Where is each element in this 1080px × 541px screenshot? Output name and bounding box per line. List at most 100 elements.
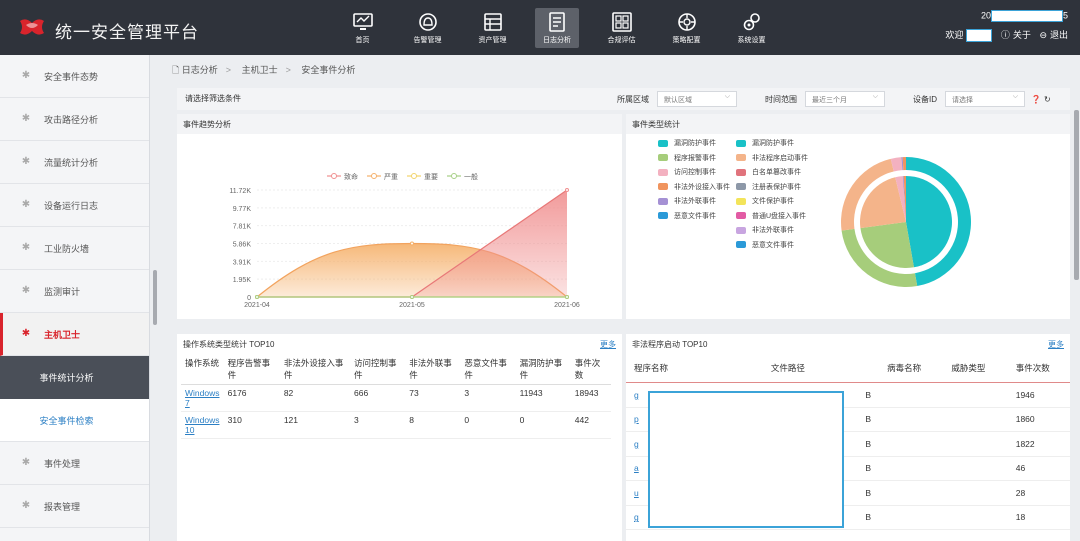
y-tick-label: 11.72K [229, 188, 251, 195]
sidebar-item-firewall[interactable]: ✱ 工业防火墙 [0, 227, 149, 270]
breadcrumb-item[interactable]: 日志分析 [182, 65, 218, 75]
logout-link[interactable]: ⊖ 退出 [1036, 30, 1068, 40]
column-header: 程序告警事件 [223, 354, 280, 385]
nav-home[interactable]: 首页 [330, 8, 395, 48]
sidebar-item-device-log[interactable]: ✱ 设备运行日志 [0, 184, 149, 227]
menu-icon: ✱ [21, 328, 31, 339]
nav-label: 策略配置 [672, 36, 701, 44]
data-point [565, 188, 569, 192]
table-cell: 3 [350, 411, 406, 439]
table-cell: 18 [1007, 505, 1070, 530]
sidebar-scrollbar[interactable] [153, 270, 157, 325]
nav-log-analysis[interactable]: 日志分析 [535, 8, 579, 48]
nav-label: 告警管理 [413, 36, 442, 44]
table-header-row: 程序名称 文件路径 病毒名称 威胁类型 事件次数 [626, 354, 1070, 383]
os-table-panel: 操作系统类型统计 TOP10 更多 操作系统 程序告警事件 非法外设接入事件 访问控制… [177, 334, 622, 541]
sidebar-subitem-label: 事件统计分析 [39, 373, 94, 383]
nav-compliance[interactable]: 合规评估 [589, 8, 654, 48]
asset-icon [483, 12, 502, 31]
device-select[interactable]: 请选择 [945, 91, 1025, 107]
table-cell [879, 431, 944, 457]
sidebar-subitem-event-search[interactable]: 安全事件检索 [0, 399, 149, 442]
sidebar-item-traffic[interactable]: ✱ 流量统计分析 [0, 141, 149, 184]
column-header: 恶意文件事件 [460, 354, 516, 385]
time-select[interactable]: 最近三个月 [805, 91, 885, 107]
doc-icon: 🗋 [172, 65, 180, 75]
column-header: 漏洞防护事件 [515, 354, 571, 385]
table-cell: 28 [1007, 480, 1070, 506]
nav-alarm[interactable]: 告警管理 [395, 8, 460, 48]
pie-slice[interactable] [906, 176, 952, 268]
main-nav: 首页 告警管理 资产管理 日志分析 合规评估 策略配置 系统设置 [330, 8, 784, 50]
table-cell [879, 505, 944, 530]
y-tick-label: 0 [247, 295, 251, 302]
program-more-link[interactable]: 更多 [1048, 339, 1064, 350]
table-cell: 310 [223, 411, 280, 439]
table-cell [943, 431, 1008, 457]
sidebar-item-situation[interactable]: ✱ 安全事件态势 [0, 55, 149, 98]
sidebar-item-host-guard[interactable]: ✱ 主机卫士 [0, 313, 149, 356]
table-cell: 121 [279, 411, 351, 439]
os-name-link[interactable]: Windows 7 [181, 384, 224, 412]
sidebar-subitem-label: 安全事件检索 [39, 415, 94, 426]
menu-icon: ✱ [21, 242, 31, 253]
legend-item[interactable]: 重要 [407, 173, 438, 181]
help-icon[interactable]: ❓ [1031, 95, 1041, 104]
sidebar: ✱ 安全事件态势 ✱ 攻击路径分析 ✱ 流量统计分析 ✱ 设备运行日志 ✱ 工业防火墙 ✱… [0, 55, 150, 541]
os-table: 操作系统 程序告警事件 非法外设接入事件 访问控制事件 非法外联事件 恶意文件事件 漏洞防护… [181, 354, 611, 439]
sidebar-item-label: 事件处理 [44, 458, 81, 469]
device-label: 设备ID [913, 94, 937, 104]
filter-title: 请选择筛选条件 [185, 94, 241, 103]
sidebar-item-attack-path[interactable]: ✱ 攻击路径分析 [0, 98, 149, 141]
legend-marker [411, 173, 417, 179]
table-cell: 666 [350, 384, 406, 412]
welcome-label: 欢迎 [945, 30, 964, 40]
table-cell [943, 382, 1008, 408]
refresh-icon[interactable]: ↻ [1044, 95, 1051, 104]
column-header: 操作系统 [181, 354, 224, 385]
nav-asset[interactable]: 资产管理 [460, 8, 525, 48]
table-cell: 18943 [570, 384, 611, 412]
nav-policy[interactable]: 策略配置 [654, 8, 719, 48]
os-more-link[interactable]: 更多 [600, 339, 616, 350]
menu-icon: ✱ [21, 199, 31, 210]
about-label: 关于 [1012, 30, 1031, 40]
about-link[interactable]: ⓘ 关于 [998, 30, 1031, 40]
column-header: 威胁类型 [943, 354, 1008, 383]
region-select[interactable]: 默认区域 [657, 91, 737, 107]
data-point [410, 241, 414, 246]
table-cell: 73 [405, 384, 461, 412]
column-header: 非法外设接入事件 [279, 354, 351, 385]
trend-chart: 致命 严重 重要 一般 0 1.95K 3.91K 5.86K 7.81K 9.77K 11.72K… [229, 172, 580, 309]
table-cell: 1946 [1007, 382, 1070, 408]
user-date: 20 5 [942, 10, 1068, 24]
data-point [410, 295, 414, 299]
log-icon [549, 11, 565, 32]
column-header: 事件次数 [570, 354, 611, 385]
legend-item[interactable]: 严重 [367, 173, 398, 181]
masked-username [966, 29, 993, 43]
sidebar-item-report[interactable]: ✱ 报表管理 [0, 485, 149, 528]
table-cell: 82 [279, 384, 351, 412]
os-table-title: 操作系统类型统计 TOP10 [183, 340, 275, 349]
legend-item[interactable]: 致命 [327, 172, 358, 181]
sidebar-item-label: 安全事件态势 [44, 71, 99, 82]
table-cell: 46 [1007, 456, 1070, 481]
main-scrollbar[interactable] [1074, 110, 1079, 280]
legend-item[interactable]: 一般 [447, 172, 478, 181]
y-tick-label: 3.91K [233, 259, 252, 266]
breadcrumb-item[interactable]: 主机卫士 [242, 65, 278, 75]
table-cell: 3 [460, 384, 516, 412]
breadcrumb-item: 安全事件分析 [301, 65, 356, 75]
settings-icon [743, 12, 760, 30]
nav-settings[interactable]: 系统设置 [719, 8, 784, 48]
logo-icon [20, 19, 44, 35]
app-title: 统一安全管理平台 [55, 23, 199, 42]
device-filter: 设备ID 请选择 ❓ ↻ [913, 91, 1051, 107]
sidebar-subitem-event-stats[interactable]: 事件统计分析 [0, 356, 149, 399]
sidebar-item-label: 工业防火墙 [44, 243, 90, 254]
sidebar-item-label: 监测审计 [44, 286, 81, 297]
sidebar-item-audit[interactable]: ✱ 监测审计 [0, 270, 149, 313]
os-name-link[interactable]: Windows 10 [181, 411, 224, 439]
sidebar-item-event-handle[interactable]: ✱ 事件处理 [0, 442, 149, 485]
